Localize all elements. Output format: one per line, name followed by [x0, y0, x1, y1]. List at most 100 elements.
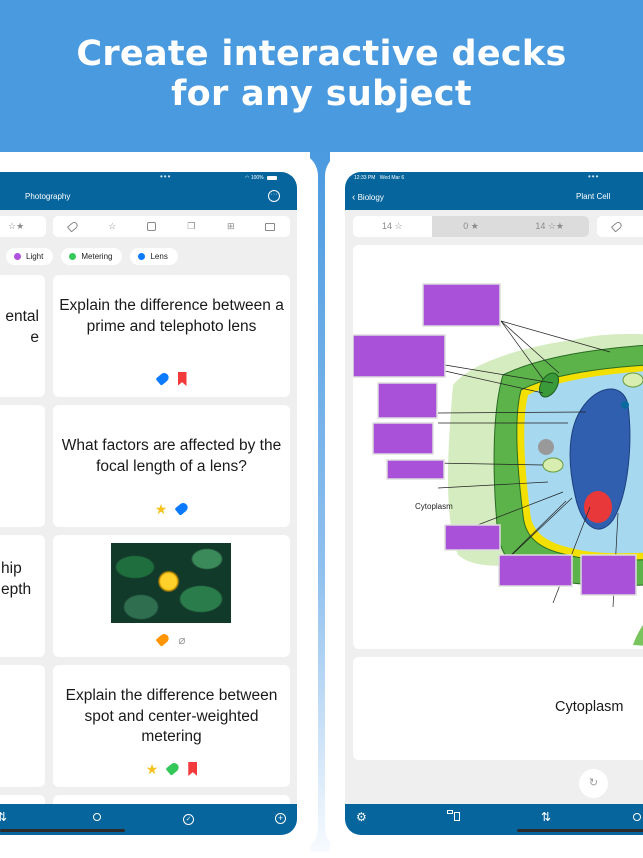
segment-starred[interactable]: 0 ★ — [431, 216, 511, 237]
tag-icon — [174, 501, 190, 516]
plant-cell-diagram: Cytoplasm — [353, 283, 643, 646]
right-tablet: 12:33 PM Wed Mar 6 ••• ‹ Biology Plant C… — [325, 152, 643, 852]
add-circle-icon[interactable]: + — [275, 810, 286, 824]
chip-label: Light — [26, 252, 44, 261]
left-toolbar: ☆ ❐ ⊞ — [53, 216, 290, 237]
card-text: ental e — [0, 307, 39, 348]
card-icons: ★ — [53, 501, 290, 517]
bookmark-icon — [177, 372, 187, 386]
status-time: 12:33 PM — [354, 175, 376, 181]
segment-all[interactable]: 14 ☆★ — [510, 216, 590, 237]
hidden-label[interactable] — [580, 554, 637, 596]
hidden-label[interactable] — [377, 382, 438, 419]
card-text-line: epth — [1, 580, 32, 598]
check-circle-icon[interactable]: ✓ — [183, 810, 194, 825]
multitask-dots[interactable]: ••• — [160, 173, 171, 181]
card-text-line: ental — [5, 308, 39, 325]
gear-icon[interactable]: ⚙ — [356, 810, 367, 824]
card-flower-image[interactable]: ⌀ — [53, 535, 290, 657]
cards-icon[interactable]: ❐ — [172, 216, 212, 237]
card-left-3[interactable]: hip epth — [0, 535, 45, 657]
chip-dot — [14, 253, 21, 260]
sort-icon[interactable]: ⇅ — [541, 810, 551, 824]
plant-cell-diagram-card[interactable]: Cytoplasm — [353, 245, 643, 649]
battery-percent: 100% — [250, 175, 264, 181]
card-icons: ★ — [53, 761, 290, 777]
star-filter-icon[interactable]: ☆★ — [0, 216, 46, 237]
left-tabbar: ⇅ ✓ + — [0, 804, 297, 835]
adjacent-cell — [633, 625, 643, 646]
star-icon[interactable]: ☆ — [93, 216, 133, 237]
card-text: Explain the difference between spot and … — [65, 687, 278, 745]
home-indicator — [517, 829, 643, 832]
tag-icon — [165, 761, 181, 776]
card-icons — [53, 371, 290, 386]
card-left-4[interactable] — [0, 665, 45, 787]
banner-line-1: Create interactive decks — [76, 34, 567, 74]
right-screen: 12:33 PM Wed Mar 6 ••• ‹ Biology Plant C… — [345, 172, 643, 835]
star-filter-segment[interactable]: ☆★ — [0, 216, 46, 237]
chip-label: Metering — [81, 252, 113, 261]
chip-label: Lens — [150, 252, 168, 261]
cytoplasm-label: Cytoplasm — [415, 502, 453, 511]
comment-icon[interactable] — [251, 216, 291, 237]
star-segments: 14 ☆ 0 ★ 14 ☆★ — [353, 216, 590, 237]
left-tablet: ••• ◠ 100% Photography ··· ☆★ ☆ ❐ ⊞ Ligh… — [0, 152, 318, 852]
chip-lens[interactable]: Lens — [130, 248, 178, 265]
card-text-line: hip — [1, 560, 22, 577]
tag-icon — [155, 632, 171, 647]
sort-icon[interactable]: ⇅ — [0, 810, 7, 824]
search-icon[interactable] — [93, 810, 101, 824]
card-metering[interactable]: Explain the difference between spot and … — [53, 665, 290, 787]
status-date: Wed Mar 6 — [379, 175, 405, 181]
chip-light[interactable]: Light — [6, 248, 54, 265]
card-text-line: e — [30, 328, 39, 346]
stack-icon[interactable] — [132, 216, 172, 237]
tag-icon[interactable] — [53, 216, 93, 237]
more-options-icon[interactable]: ··· — [268, 190, 280, 202]
hidden-label[interactable] — [386, 459, 445, 480]
card-left-2[interactable] — [0, 405, 45, 527]
card-text: What factors are affected by the focal l… — [61, 437, 282, 475]
hidden-label[interactable] — [444, 524, 501, 551]
chevron-left-icon: ‹ — [352, 192, 356, 203]
flower-photo — [111, 543, 231, 623]
hidden-label[interactable] — [498, 554, 573, 587]
table-icon[interactable]: ⊞ — [211, 216, 251, 237]
nav-title: Plant Cell — [576, 192, 611, 201]
bookmark-icon — [188, 762, 198, 776]
segment-unstarred[interactable]: 14 ☆ — [353, 216, 432, 237]
hidden-label[interactable] — [372, 422, 434, 455]
chip-dot — [69, 253, 77, 260]
battery-icon — [267, 175, 277, 180]
search-icon[interactable] — [633, 810, 641, 824]
ribosome — [538, 439, 554, 455]
card-left-1[interactable]: ental e — [0, 275, 45, 397]
card-text: Explain the difference between a prime a… — [59, 297, 284, 335]
card-focal-length[interactable]: What factors are affected by the focal l… — [53, 405, 290, 527]
banner-line-2: for any subject — [171, 74, 472, 114]
flip-card-button[interactable]: ↻ — [579, 769, 608, 798]
answer-card[interactable]: Cytoplasm — [353, 657, 643, 760]
banner-title: Create interactive decks for any subject — [0, 34, 643, 114]
multitask-dots[interactable]: ••• — [588, 173, 599, 181]
tag-icon[interactable] — [597, 216, 637, 237]
star-icon: ★ — [154, 501, 168, 517]
back-button[interactable]: ‹ Biology — [352, 192, 384, 203]
wifi-icon: ◠ — [245, 175, 250, 181]
chip-dot — [138, 253, 146, 260]
tag-icon — [155, 371, 170, 386]
mitochondrion — [542, 457, 564, 473]
right-navbar: 12:33 PM Wed Mar 6 ••• ‹ Biology Plant C… — [345, 172, 643, 210]
layout-icon[interactable] — [447, 810, 460, 824]
back-label: Biology — [357, 193, 384, 202]
hidden-label[interactable] — [422, 283, 501, 327]
hidden-label[interactable] — [353, 334, 446, 378]
star-icon: ★ — [145, 761, 159, 777]
vesicle — [621, 401, 629, 409]
card-text: hip epth — [1, 559, 39, 600]
left-screen: ••• ◠ 100% Photography ··· ☆★ ☆ ❐ ⊞ Ligh… — [0, 172, 297, 835]
chip-metering[interactable]: Metering — [61, 248, 123, 265]
right-toolbar — [597, 216, 643, 237]
card-prime-telephoto[interactable]: Explain the difference between a prime a… — [53, 275, 290, 397]
